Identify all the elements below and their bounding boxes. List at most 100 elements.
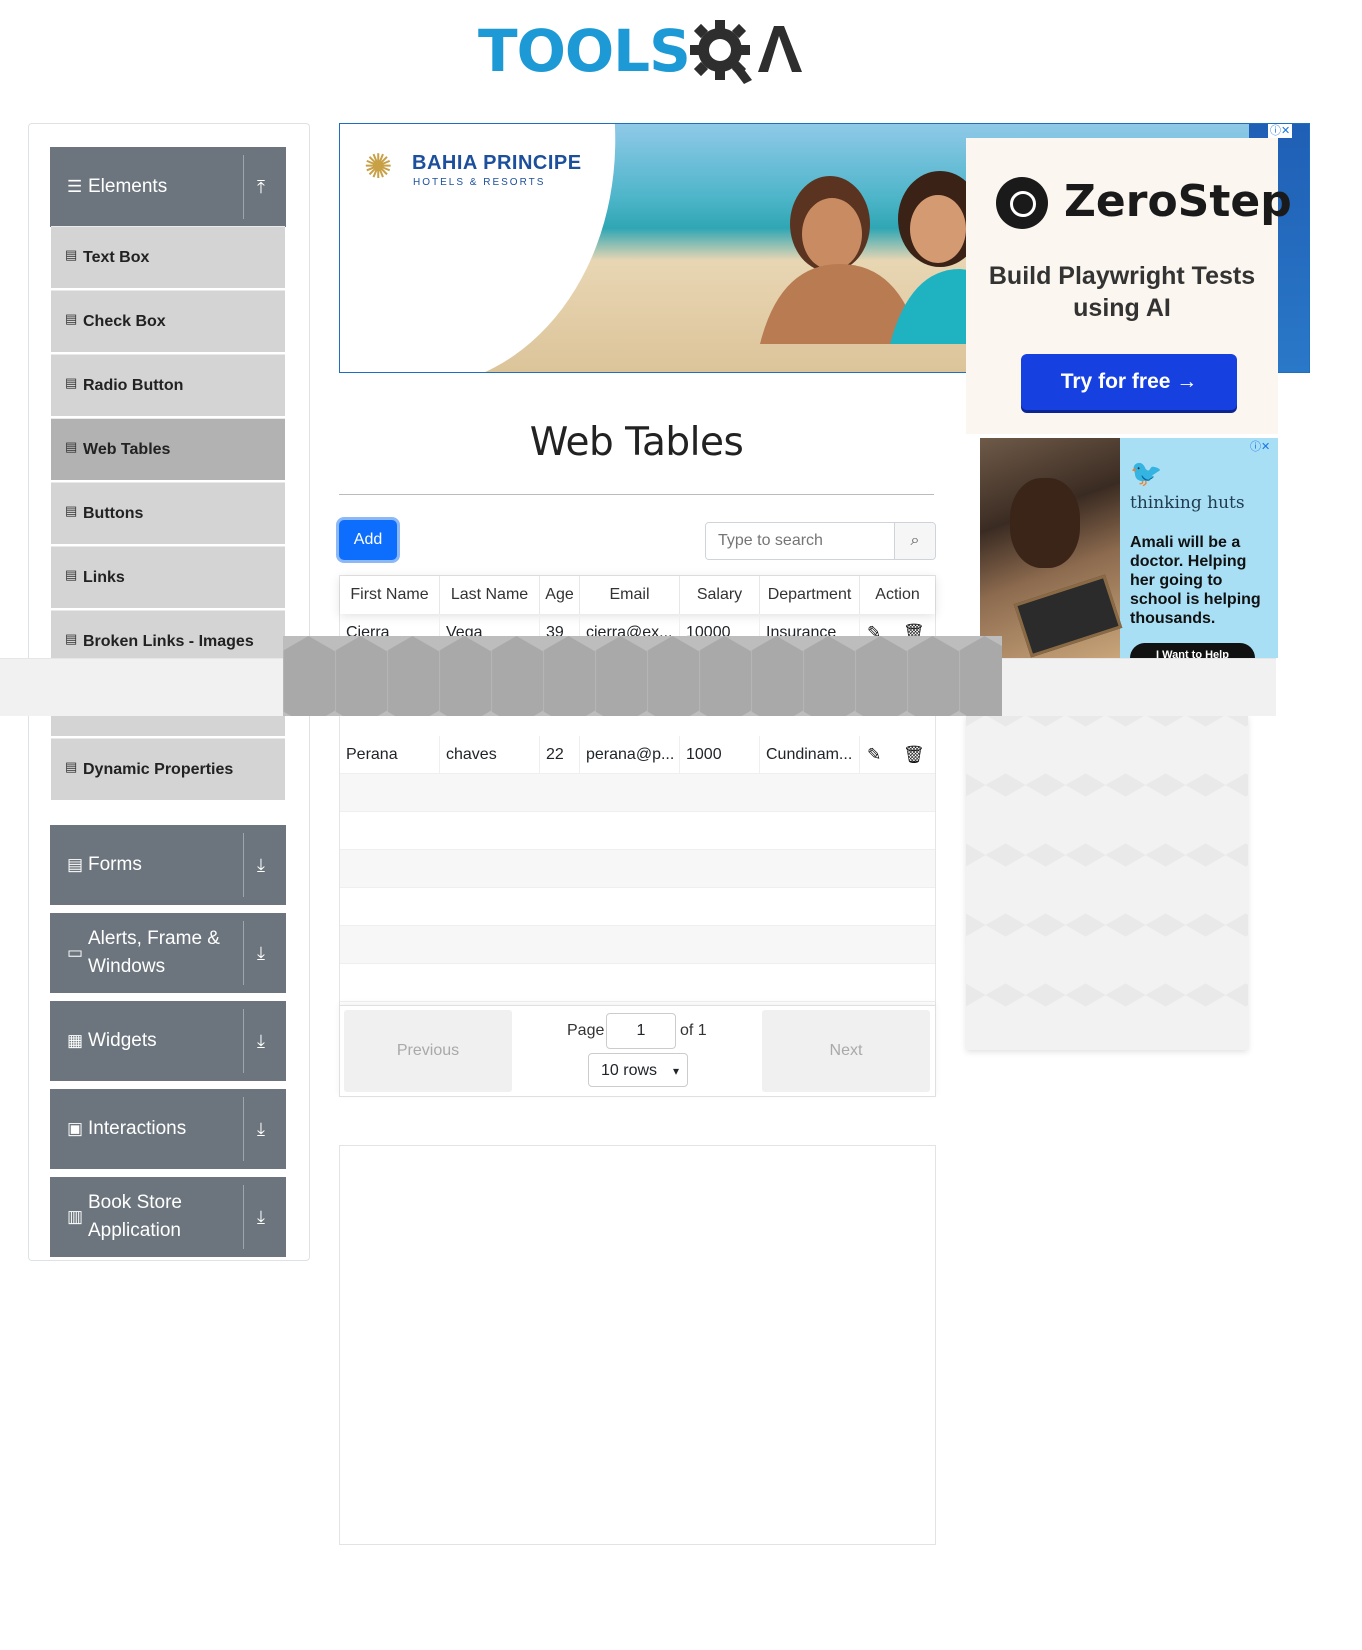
photo-slate	[1013, 574, 1123, 658]
search-input[interactable]	[706, 523, 886, 559]
column-header[interactable]: Department	[760, 576, 860, 614]
group-header-interactions[interactable]: ▣ Interactions ⤓	[50, 1089, 286, 1169]
expand-down-icon[interactable]: ⤓	[257, 1001, 265, 1081]
add-button[interactable]: Add	[339, 520, 397, 560]
thinking-huts-ad[interactable]: 🐦 thinking huts Amali will be a doctor. …	[980, 438, 1278, 658]
column-header[interactable]: Last Name	[440, 576, 540, 614]
search-icon[interactable]: ⌕	[894, 523, 935, 559]
menu-item-check-box[interactable]: ▤ Check Box	[51, 290, 285, 352]
interactions-icon: ▣	[67, 1119, 84, 1138]
edit-pencil-icon[interactable]: ✎	[867, 745, 881, 765]
expand-down-icon[interactable]: ⤓	[257, 1089, 265, 1169]
item-icon: ▤	[65, 439, 78, 454]
zerostep-ad[interactable]: ZeroStep Build Playwright Tests using AI…	[966, 138, 1292, 434]
column-header[interactable]: Email	[580, 576, 680, 614]
column-header[interactable]: First Name	[340, 576, 440, 614]
menu-item-label: Buttons	[83, 504, 144, 522]
table-row	[340, 888, 935, 926]
i-want-to-help-button[interactable]: I Want to Help	[1130, 643, 1255, 658]
title-divider	[339, 494, 934, 495]
menu-item-buttons[interactable]: ▤ Buttons	[51, 482, 285, 544]
previous-button[interactable]: Previous	[344, 1010, 512, 1092]
menu-item-label: Links	[83, 568, 125, 586]
group-header-elements[interactable]: ☰ Elements ⤒	[50, 147, 286, 227]
cell-department: Cundinam...	[760, 736, 860, 774]
item-icon: ▤	[65, 503, 78, 518]
group-label: Widgets	[88, 1030, 157, 1051]
logo-tools-text: TOOLS	[478, 17, 691, 85]
try-for-free-button[interactable]: Try for free →	[1021, 354, 1237, 410]
page-title: Web Tables	[529, 420, 744, 465]
menu-item-label: Check Box	[83, 312, 166, 330]
kingfisher-logo-icon: 🐦	[1130, 458, 1163, 488]
huts-text: Amali will be a doctor. Helping her goin…	[1130, 534, 1261, 627]
menu-item-text-box[interactable]: ▤ Text Box	[51, 226, 285, 288]
item-icon: ▤	[65, 631, 78, 646]
divider	[243, 1185, 244, 1249]
menu-item-label: Radio Button	[83, 376, 184, 394]
item-icon: ▤	[65, 375, 78, 390]
group-header-alerts[interactable]: ▭ Alerts, Frame & Windows ⤓	[50, 913, 286, 993]
page-total: of 1	[680, 1022, 707, 1039]
divider	[243, 155, 244, 219]
divider	[243, 1009, 244, 1073]
table-header: First Name Last Name Age Email Salary De…	[340, 576, 935, 614]
item-icon: ▤	[65, 311, 78, 326]
ad-choices-icon[interactable]: ⓘ✕	[1268, 124, 1293, 138]
table-row: Perana chaves 22 perana@p... 1000 Cundin…	[340, 736, 935, 774]
zerostep-subtitle: Build Playwright Tests using AI	[988, 262, 1256, 322]
table-row	[340, 964, 935, 1002]
item-icon: ▤	[65, 567, 78, 582]
table-row	[340, 850, 935, 888]
table-row	[340, 926, 935, 964]
group-label: Forms	[88, 854, 142, 875]
menu-item-dynamic-properties[interactable]: ▤ Dynamic Properties	[51, 738, 285, 800]
group-label: Alerts, Frame & Windows	[88, 928, 220, 977]
group-header-book-store[interactable]: ▥ Book Store Application ⤓	[50, 1177, 286, 1257]
ad-placeholder	[966, 715, 1248, 1050]
form-icon: ▤	[67, 855, 84, 874]
menu-item-radio-button[interactable]: ▤ Radio Button	[51, 354, 285, 416]
expand-down-icon[interactable]: ⤓	[257, 1177, 265, 1257]
cell-age: 22	[540, 736, 580, 774]
zerostep-title: ZeroStep	[1064, 176, 1292, 227]
toolsqa-logo[interactable]: TOOLS	[478, 14, 803, 90]
item-icon: ▤	[65, 759, 78, 774]
cell-email: perana@p...	[580, 736, 680, 774]
menu-item-web-tables[interactable]: ▤ Web Tables	[51, 418, 285, 480]
cell-last-name: chaves	[440, 736, 540, 774]
next-button[interactable]: Next	[762, 1010, 930, 1092]
logo-qa-gear-icon	[690, 20, 802, 84]
page-label: Page	[567, 1022, 605, 1039]
cell-first-name: Perana	[340, 736, 440, 774]
divider	[243, 1097, 244, 1161]
menu-item-label: Web Tables	[83, 440, 171, 458]
pagination-bar: Previous Page 1 of 1 10 rows ▾ Next	[339, 1005, 936, 1097]
ad-choices-icon[interactable]: ⓘ✕	[1248, 440, 1272, 454]
divider	[243, 921, 244, 985]
table-row	[340, 774, 935, 812]
column-header[interactable]: Age	[540, 576, 580, 614]
menu-item-links[interactable]: ▤ Links	[51, 546, 285, 608]
huts-brand: thinking huts	[1130, 493, 1245, 513]
column-header[interactable]: Salary	[680, 576, 760, 614]
ad-brand-sub: HOTELS & RESORTS	[413, 177, 546, 188]
group-header-forms[interactable]: ▤ Forms ⤓	[50, 825, 286, 905]
overlay-pattern-ad[interactable]	[283, 636, 1002, 716]
collapse-up-icon[interactable]: ⤒	[257, 147, 265, 227]
zerostep-logo-icon	[996, 177, 1048, 229]
girl-photo	[980, 438, 1123, 658]
rows-select-value: 10 rows	[601, 1062, 658, 1079]
page-number-input[interactable]: 1	[606, 1013, 676, 1049]
group-header-widgets[interactable]: ▦ Widgets ⤓	[50, 1001, 286, 1081]
photo-face	[1010, 478, 1080, 568]
menu-item-label: Dynamic Properties	[83, 760, 234, 778]
bottom-ad-placeholder	[339, 1145, 936, 1545]
delete-trash-icon[interactable]: 🗑	[903, 745, 925, 765]
rows-per-page-select[interactable]: 10 rows ▾	[588, 1053, 688, 1087]
window-icon: ▭	[67, 943, 84, 962]
divider	[243, 833, 244, 897]
expand-down-icon[interactable]: ⤓	[257, 913, 265, 993]
hamburger-icon: ☰	[67, 177, 83, 196]
expand-down-icon[interactable]: ⤓	[257, 825, 265, 905]
